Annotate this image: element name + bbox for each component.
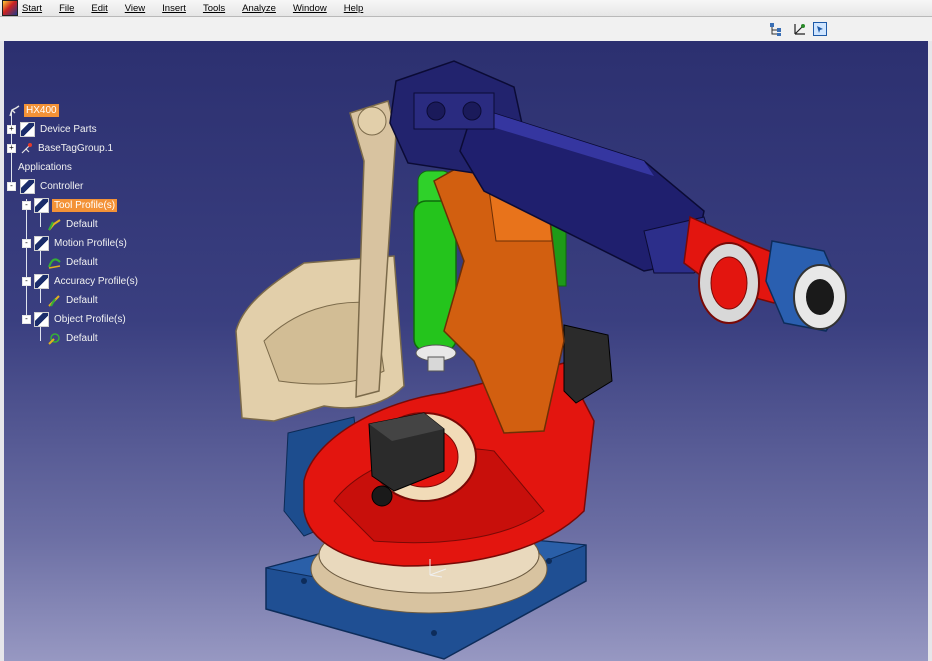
tree-connector	[26, 199, 27, 323]
tree-item-controller[interactable]: Controller	[20, 178, 85, 194]
menu-insert[interactable]: Insert	[162, 3, 186, 14]
tree-root-hx400[interactable]: HX400	[8, 103, 59, 117]
default-profile-icon	[48, 332, 60, 345]
tree-item-device-parts[interactable]: Device Parts	[20, 121, 99, 137]
view-select-icon[interactable]	[812, 21, 828, 37]
right-frame	[928, 41, 932, 661]
default-profile-icon	[48, 257, 61, 269]
menu-file[interactable]: File	[59, 3, 74, 14]
menu-bar: Start File Edit View Insert Tools Analyz…	[0, 0, 932, 17]
menu-window[interactable]: Window	[293, 3, 327, 14]
tree-connector	[40, 213, 41, 227]
app-logo-icon[interactable]	[2, 0, 18, 16]
toolbar	[0, 17, 932, 42]
profile-icon	[34, 235, 49, 251]
profile-icon	[34, 197, 49, 213]
tree-item-object-default[interactable]: Default	[48, 331, 100, 345]
tree-connector	[40, 289, 41, 303]
menu-help[interactable]: Help	[344, 3, 364, 14]
menu-tools[interactable]: Tools	[203, 3, 225, 14]
collapse-accuracy-profiles-icon[interactable]: -	[22, 277, 31, 286]
expand-device-parts-icon[interactable]: +	[7, 125, 16, 134]
tree-item-base-tag-group[interactable]: BaseTagGroup.1	[20, 141, 115, 155]
tree-connector	[40, 251, 41, 265]
tree-connector	[40, 327, 41, 341]
collapse-controller-icon[interactable]: -	[7, 182, 16, 191]
tree-item-accuracy-profiles[interactable]: Accuracy Profile(s)	[34, 273, 140, 289]
robot-device-icon	[9, 104, 20, 116]
3d-viewport[interactable]: HX400 + Device Parts + BaseTagGroup.1 Ap…	[4, 41, 928, 661]
tree-structure-icon[interactable]	[768, 21, 784, 37]
tree-item-object-profiles[interactable]: Object Profile(s)	[34, 311, 128, 327]
expand-base-tag-group-icon[interactable]: +	[7, 144, 16, 153]
model-axis-icon	[429, 559, 447, 578]
tag-group-icon	[21, 142, 32, 153]
menu-start[interactable]: Start	[22, 3, 42, 14]
profile-icon	[34, 273, 49, 289]
collapse-motion-profiles-icon[interactable]: -	[22, 239, 31, 248]
robot-wrist	[683, 215, 847, 332]
tree-item-tool-default[interactable]: Default	[48, 217, 100, 231]
tree-item-motion-profiles[interactable]: Motion Profile(s)	[34, 235, 129, 251]
menu-analyze[interactable]: Analyze	[242, 3, 276, 14]
robot-motor-side	[563, 324, 613, 404]
tree-item-motion-default[interactable]: Default	[48, 255, 100, 269]
profile-icon	[34, 311, 49, 327]
default-profile-icon	[48, 218, 61, 231]
tree-item-applications[interactable]: Applications	[16, 160, 74, 174]
menu-edit[interactable]: Edit	[91, 3, 107, 14]
robot-counterweight	[235, 100, 405, 422]
tree-item-tool-profiles[interactable]: Tool Profile(s)	[34, 197, 118, 213]
tree-item-accuracy-default[interactable]: Default	[48, 293, 100, 307]
controller-icon	[20, 178, 35, 194]
axis-compass-icon[interactable]	[791, 21, 807, 37]
default-profile-icon	[48, 294, 60, 307]
component-icon	[20, 121, 35, 137]
menu-view[interactable]: View	[125, 3, 145, 14]
collapse-object-profiles-icon[interactable]: -	[22, 315, 31, 324]
spec-tree: HX400 + Device Parts + BaseTagGroup.1 Ap…	[4, 41, 204, 401]
collapse-tool-profiles-icon[interactable]: -	[22, 201, 31, 210]
